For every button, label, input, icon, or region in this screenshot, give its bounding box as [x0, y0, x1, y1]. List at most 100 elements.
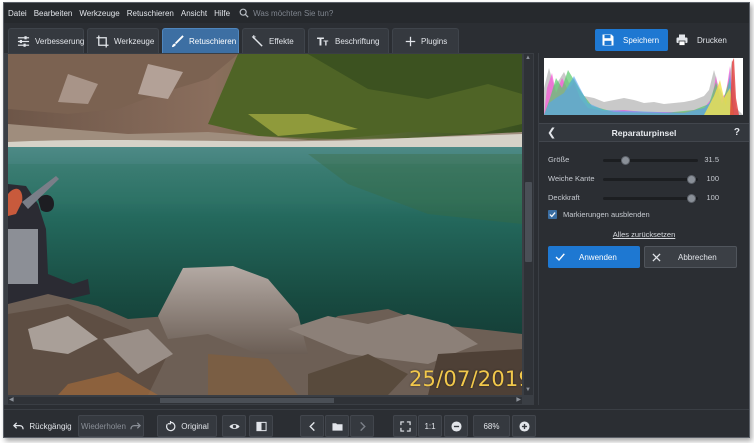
menu-retuschieren[interactable]: Retuschieren [127, 9, 174, 18]
search-icon [239, 8, 249, 18]
redo-icon [130, 421, 141, 429]
zoom-level-field[interactable]: 68% [473, 415, 510, 437]
lake-photo [8, 54, 522, 395]
hide-markings-option[interactable]: Markierungen ausblenden [548, 210, 650, 219]
crop-icon [96, 34, 109, 48]
compare-button[interactable] [249, 415, 273, 437]
plus-icon [405, 36, 416, 46]
tab-label: Werkzeuge [114, 36, 155, 46]
zoom-out-button[interactable] [444, 415, 468, 437]
previous-image-button[interactable] [300, 415, 324, 437]
fit-to-window-button[interactable] [393, 415, 417, 437]
slider-label: Größe [548, 155, 570, 164]
zoom-value: 68% [483, 421, 500, 431]
sliders-icon [17, 35, 30, 47]
actual-size-button[interactable]: 1:1 [418, 415, 442, 437]
save-button[interactable]: Speichern [595, 29, 668, 51]
slider-knob[interactable] [687, 175, 697, 184]
checkmark-icon [549, 212, 556, 218]
horizontal-scroll-thumb[interactable] [160, 398, 334, 403]
photo-canvas[interactable]: 25/07/2019 ▲ ▼ ◀ ▶ [4, 53, 534, 405]
scroll-up-icon[interactable]: ▲ [525, 55, 531, 62]
print-button[interactable]: Drucken [670, 29, 744, 51]
scroll-down-icon[interactable]: ▼ [525, 387, 531, 394]
slider-track[interactable] [603, 194, 698, 203]
save-label: Speichern [623, 35, 660, 45]
apply-button[interactable]: Anwenden [548, 246, 640, 268]
close-icon [652, 252, 661, 262]
menu-werkzeuge[interactable]: Werkzeuge [79, 9, 119, 18]
scroll-left-icon[interactable]: ◀ [9, 397, 14, 404]
checkmark-icon [555, 253, 565, 262]
folder-icon [331, 422, 343, 431]
floppy-icon [602, 34, 614, 46]
apply-label: Anwenden [579, 252, 617, 262]
search-placeholder: Was möchten Sie tun? [253, 8, 334, 18]
eye-icon [228, 423, 240, 429]
right-panel: ❮ Reparaturpinsel ? Größe 31.5 Weiche Ka… [538, 53, 749, 405]
text-icon: TT [317, 37, 329, 47]
scroll-right-icon[interactable]: ▶ [516, 397, 521, 404]
tab-label: Beschriftung [335, 36, 380, 46]
app-window: Datei Bearbeiten Werkzeuge Retuschieren … [3, 2, 750, 438]
menu-bearbeiten[interactable]: Bearbeiten [34, 9, 73, 18]
brush-icon [171, 34, 184, 47]
vertical-scroll-thumb[interactable] [525, 182, 532, 262]
redo-button[interactable]: Wiederholen [78, 415, 144, 437]
plus-icon [518, 420, 530, 432]
open-folder-button[interactable] [325, 415, 349, 437]
menu-datei[interactable]: Datei [8, 9, 27, 18]
photo[interactable]: 25/07/2019 [8, 54, 522, 395]
next-image-button[interactable] [350, 415, 374, 437]
toolbar: Verbesserung Werkzeuge Retuschieren Effe… [4, 25, 749, 53]
svg-text:T: T [324, 39, 329, 47]
original-button[interactable]: Original [157, 415, 217, 437]
reset-icon [166, 420, 176, 431]
tab-label: Plugins [421, 36, 448, 46]
bottom-bar: Rückgängig Wiederholen Original 1:1 68% [4, 409, 749, 437]
fit-screen-icon [399, 420, 411, 432]
tab-verbesserung[interactable]: Verbesserung [8, 28, 84, 53]
tab-label: Effekte [269, 36, 294, 46]
slider-value: 100 [706, 193, 719, 202]
zoom-in-button[interactable] [512, 415, 536, 437]
cancel-label: Abbrechen [678, 252, 717, 262]
slider-deckkraft[interactable]: Deckkraft 100 [548, 192, 744, 204]
date-stamp: 25/07/2019 [409, 367, 522, 391]
preview-button[interactable] [222, 415, 246, 437]
tab-beschriftung[interactable]: TT Beschriftung [308, 28, 389, 53]
slider-knob[interactable] [687, 194, 697, 203]
histogram-graph [544, 58, 743, 115]
tab-effekte[interactable]: Effekte [242, 28, 305, 53]
hide-markings-checkbox[interactable] [548, 210, 557, 219]
slider-weiche-kante[interactable]: Weiche Kante 100 [548, 173, 744, 185]
tab-plugins[interactable]: Plugins [392, 28, 459, 53]
reset-all-link[interactable]: Alles zurücksetzen [539, 230, 749, 239]
redo-label: Wiederholen [81, 421, 126, 431]
menu-bar: Datei Bearbeiten Werkzeuge Retuschieren … [4, 3, 749, 23]
help-button[interactable]: ? [734, 127, 740, 138]
search-box[interactable]: Was möchten Sie tun? [239, 8, 333, 18]
vertical-scrollbar[interactable]: ▲ ▼ [524, 54, 533, 395]
slider-label: Deckkraft [548, 193, 580, 202]
horizontal-scrollbar[interactable]: ◀ ▶ [8, 397, 522, 404]
compare-icon [255, 421, 267, 431]
slider-knob[interactable] [620, 156, 630, 165]
undo-icon [13, 421, 25, 429]
tab-retuschieren[interactable]: Retuschieren [162, 28, 239, 53]
tab-werkzeuge[interactable]: Werkzeuge [87, 28, 159, 53]
chevron-left-icon [308, 421, 315, 431]
minus-icon [450, 420, 462, 432]
actual-size-label: 1:1 [424, 421, 436, 431]
slider-value: 31.5 [704, 155, 719, 164]
print-label: Drucken [697, 35, 727, 45]
tab-label: Retuschieren [189, 36, 237, 46]
undo-button[interactable]: Rückgängig [8, 415, 77, 437]
slider-groesse[interactable]: Größe 31.5 [548, 154, 744, 166]
menu-hilfe[interactable]: Hilfe [214, 9, 230, 18]
menu-ansicht[interactable]: Ansicht [181, 9, 207, 18]
cancel-button[interactable]: Abbrechen [644, 246, 737, 268]
slider-track[interactable] [603, 175, 698, 184]
slider-track[interactable] [603, 156, 698, 165]
histogram [544, 58, 743, 115]
